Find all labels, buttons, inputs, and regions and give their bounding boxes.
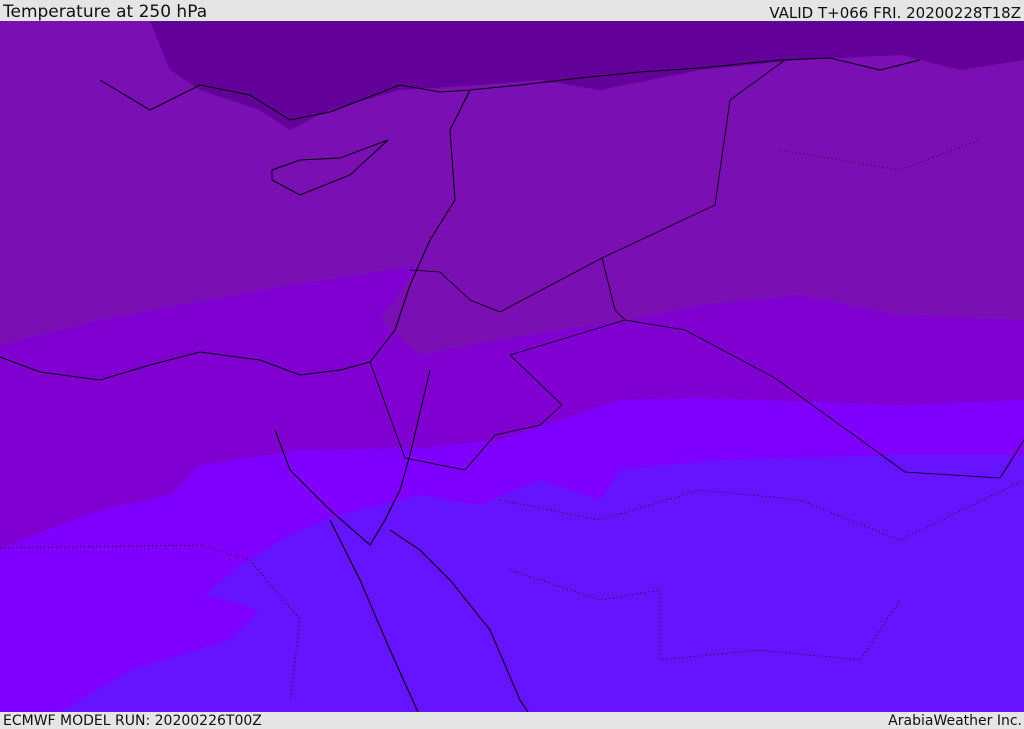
temperature-map [0, 21, 1024, 712]
model-run: ECMWF MODEL RUN: 20200226T00Z [3, 713, 262, 729]
valid-time: VALID T+066 FRI. 20200228T18Z [769, 4, 1021, 22]
brand-credit: ArabiaWeather Inc. [888, 713, 1022, 729]
map-title: Temperature at 250 hPa [3, 2, 208, 22]
footer-bar: ECMWF MODEL RUN: 20200226T00Z ArabiaWeat… [0, 712, 1024, 729]
header-bar: Temperature at 250 hPa VALID T+066 FRI. … [0, 0, 1024, 21]
